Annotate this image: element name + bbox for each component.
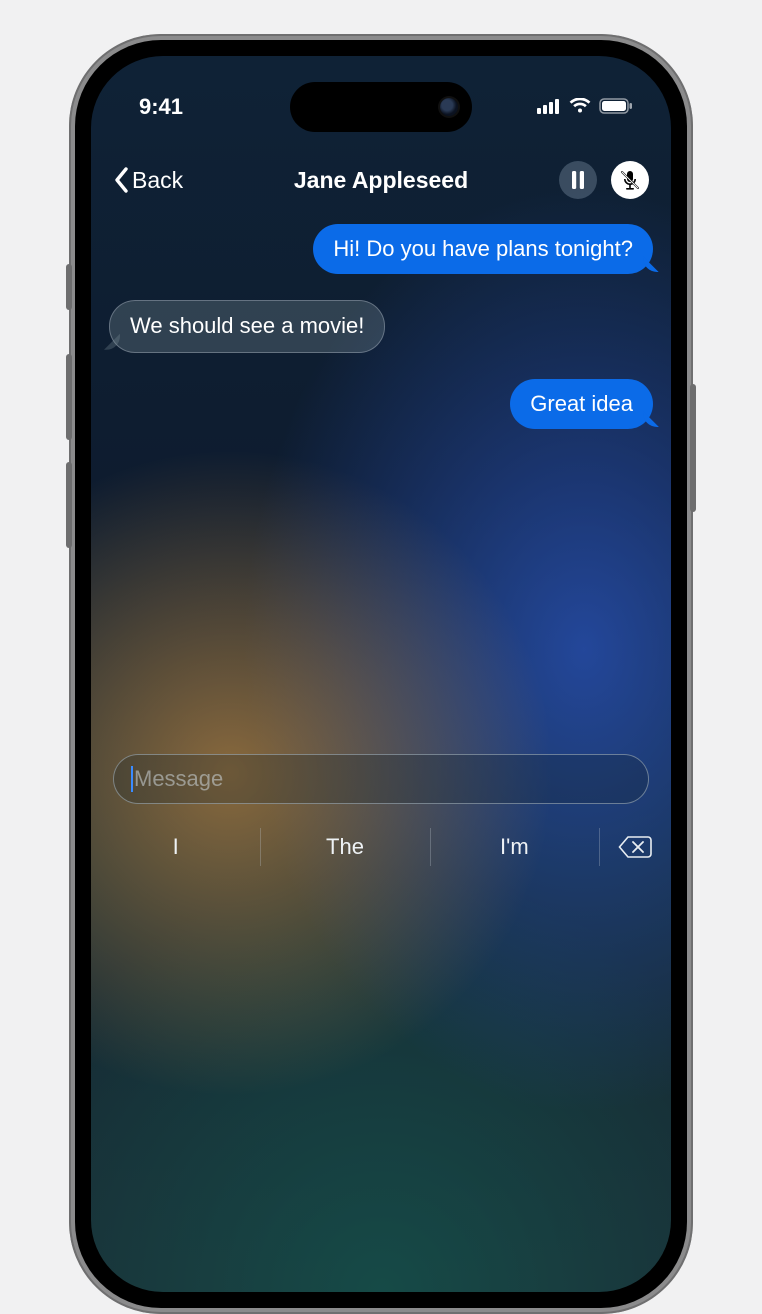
suggestion-1[interactable]: I bbox=[91, 818, 260, 876]
cellular-icon bbox=[537, 94, 561, 120]
back-button[interactable]: Back bbox=[113, 166, 183, 194]
chevron-left-icon bbox=[113, 166, 131, 194]
message-bubble[interactable]: Hi! Do you have plans tonight? bbox=[313, 224, 653, 274]
silent-switch bbox=[66, 264, 72, 310]
screen: 9:41 bbox=[91, 56, 671, 1292]
back-label: Back bbox=[132, 167, 183, 194]
battery-icon bbox=[599, 94, 633, 120]
message-bubble[interactable]: We should see a movie! bbox=[109, 300, 385, 352]
wifi-icon bbox=[569, 94, 591, 120]
text-caret bbox=[131, 766, 133, 792]
pause-icon bbox=[571, 171, 585, 189]
status-bar: 9:41 bbox=[91, 82, 671, 132]
message-received: We should see a movie! bbox=[109, 300, 653, 352]
message-sent: Great idea bbox=[109, 379, 653, 429]
nav-bar: Back Jane Appleseed bbox=[91, 152, 671, 208]
message-input[interactable] bbox=[113, 754, 649, 804]
backspace-icon bbox=[618, 835, 652, 859]
status-time: 9:41 bbox=[139, 94, 183, 120]
suggestion-3[interactable]: I'm bbox=[430, 818, 599, 876]
side-button bbox=[690, 384, 696, 512]
phone-frame: 9:41 bbox=[69, 34, 693, 1314]
suggestion-2[interactable]: The bbox=[260, 818, 429, 876]
volume-down-button bbox=[66, 462, 72, 548]
pause-button[interactable] bbox=[559, 161, 597, 199]
message-sent: Hi! Do you have plans tonight? bbox=[109, 224, 653, 274]
delete-key[interactable] bbox=[599, 818, 671, 876]
keyboard-suggestions: I The I'm bbox=[91, 818, 671, 876]
composer bbox=[91, 754, 671, 804]
messages-list: Hi! Do you have plans tonight? We should… bbox=[91, 224, 671, 429]
message-bubble[interactable]: Great idea bbox=[510, 379, 653, 429]
volume-up-button bbox=[66, 354, 72, 440]
microphone-slash-icon bbox=[619, 169, 641, 191]
mute-button[interactable] bbox=[611, 161, 649, 199]
